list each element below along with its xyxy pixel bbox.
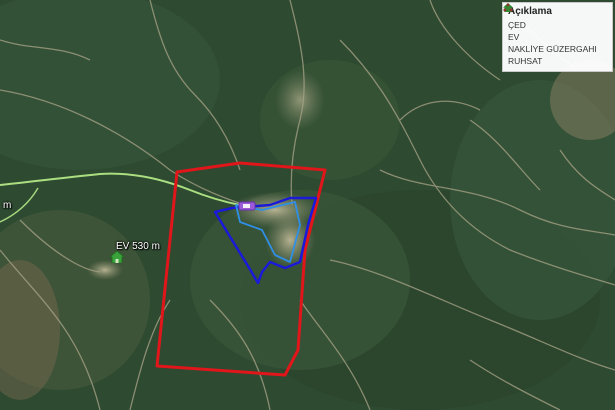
house-distance-label: EV 530 m bbox=[116, 241, 160, 252]
house-icon[interactable] bbox=[110, 251, 124, 263]
legend-item-label: NAKLİYE GÜZERGAHI bbox=[508, 44, 597, 54]
legend-item-ced[interactable]: ÇED bbox=[503, 3, 607, 31]
legend-title: Açıklama bbox=[508, 6, 552, 17]
ruhsat-symbol-icon bbox=[503, 3, 513, 12]
legend-item-label: EV bbox=[508, 32, 520, 42]
legend-item-label: RUHSAT bbox=[508, 56, 543, 66]
edge-distance-label: m bbox=[3, 200, 12, 211]
map-view[interactable]: EV 530 m m Açıklama ÇED EV NAKLİYE GÜZER… bbox=[0, 0, 615, 410]
legend-item-label: ÇED bbox=[508, 20, 526, 30]
legend-item-ruhsat[interactable]: RUHSAT bbox=[503, 3, 607, 67]
legend-item-nakliye[interactable]: NAKLİYE GÜZERGAHI bbox=[503, 3, 607, 55]
legend-item-ev[interactable]: EV bbox=[503, 3, 607, 43]
map-legend: Açıklama ÇED EV NAKLİYE GÜZERGAHI RUHSAT bbox=[502, 2, 613, 72]
